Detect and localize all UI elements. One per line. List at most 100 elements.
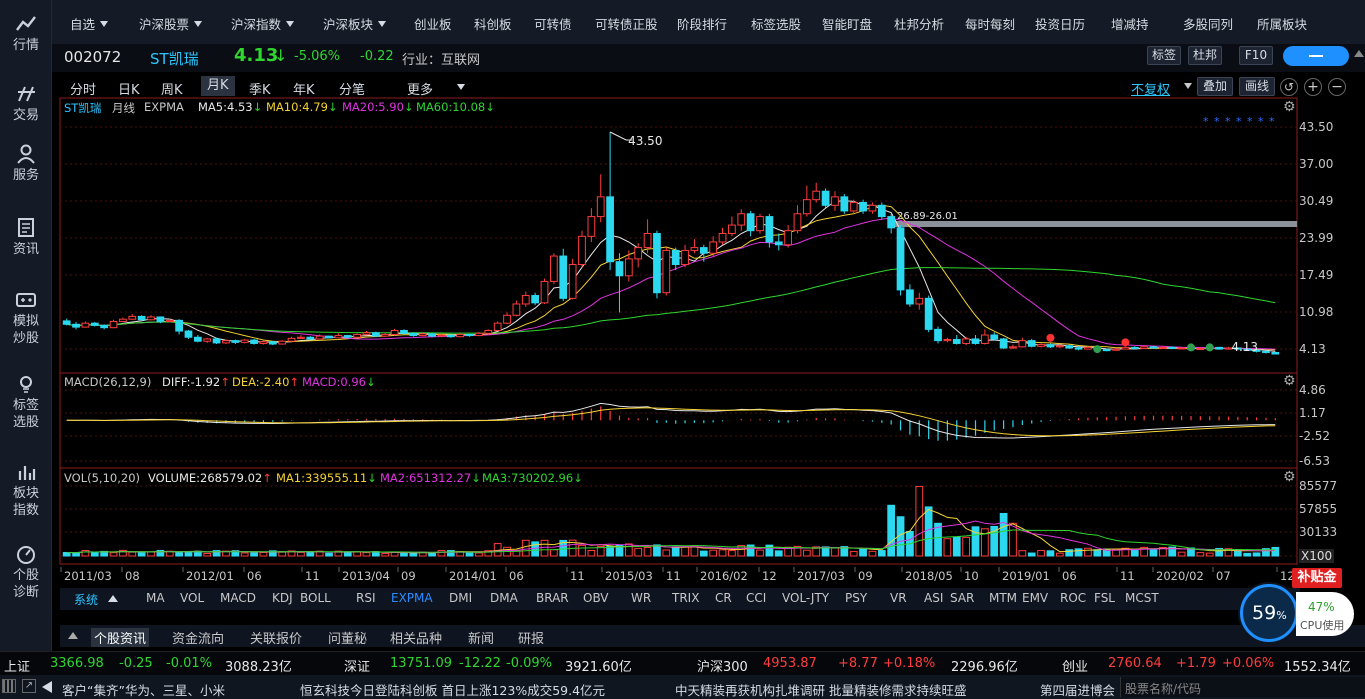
subsidy-badge[interactable]: 补贴金 bbox=[1292, 568, 1342, 588]
indicator-roc[interactable]: ROC bbox=[1060, 591, 1086, 605]
indicator-cci[interactable]: CCI bbox=[746, 591, 766, 605]
sidebar-item-6[interactable]: 板块 指数 bbox=[0, 462, 52, 519]
f10-button[interactable]: F10 bbox=[1239, 46, 1273, 65]
macd-settings-gear-icon[interactable]: ⚙ bbox=[1283, 373, 1296, 389]
nav-item-10[interactable]: 智能盯盘 bbox=[822, 14, 872, 33]
ticker-item-0[interactable]: 上证 3366.98 -0.25 -0.01% 3088.23亿 bbox=[4, 652, 344, 676]
indicator-psy[interactable]: PSY bbox=[845, 591, 867, 605]
tab-period-1[interactable]: 日K bbox=[118, 79, 140, 98]
nav-item-13[interactable]: 投资日历 bbox=[1035, 14, 1085, 33]
news-speaker-icon bbox=[42, 681, 52, 693]
indicator-vol-jty[interactable]: VOL-JTY bbox=[782, 591, 829, 605]
tab-period-2[interactable]: 周K bbox=[161, 79, 183, 98]
collapse-toggle[interactable] bbox=[1283, 46, 1349, 66]
scroll-up-icon[interactable] bbox=[1354, 50, 1364, 57]
tab-period-6[interactable]: 分笔 bbox=[339, 79, 365, 98]
candle bbox=[371, 331, 380, 338]
candle bbox=[934, 326, 942, 344]
indicator-vol[interactable]: VOL bbox=[180, 591, 204, 605]
tab-period-7[interactable]: 更多 bbox=[407, 79, 433, 98]
tab-period-5[interactable]: 年K bbox=[293, 79, 315, 98]
news-grid-icon[interactable] bbox=[2, 679, 16, 693]
zoom-in-icon[interactable]: + bbox=[1304, 78, 1322, 96]
nav-item-14[interactable]: 增减持 bbox=[1111, 14, 1149, 33]
nav-item-0[interactable]: 自选 bbox=[70, 14, 109, 33]
nav-item-6[interactable]: 可转债 bbox=[534, 14, 572, 33]
indicator-trix[interactable]: TRIX bbox=[672, 591, 699, 605]
nav-item-11[interactable]: 杜邦分析 bbox=[894, 14, 944, 33]
indicator-emv[interactable]: EMV bbox=[1022, 591, 1048, 605]
nav-item-3[interactable]: 沪深板块 bbox=[323, 14, 387, 33]
tab-period-4[interactable]: 季K bbox=[249, 79, 271, 98]
indicator-dma[interactable]: DMA bbox=[490, 591, 518, 605]
nav-item-12[interactable]: 每时每刻 bbox=[965, 14, 1015, 33]
info-tab-1[interactable]: 资金流向 bbox=[172, 628, 224, 647]
reset-icon[interactable]: ↺ bbox=[1280, 78, 1298, 96]
news-arrow-icon[interactable]: ↗ bbox=[22, 679, 36, 693]
volume-bar bbox=[446, 550, 455, 557]
expand-caret-icon[interactable] bbox=[68, 632, 78, 639]
time-label: 08 bbox=[125, 569, 140, 583]
indicator-boll[interactable]: BOLL bbox=[300, 591, 331, 605]
news-item[interactable]: 客户“集齐”华为、三星、小米 bbox=[62, 680, 225, 699]
indicator-vr[interactable]: VR bbox=[890, 591, 907, 605]
sidebar-item-3[interactable]: 资讯 bbox=[0, 218, 52, 258]
nav-item-9[interactable]: 标签选股 bbox=[751, 14, 801, 33]
indicator-kdj[interactable]: KDJ bbox=[272, 591, 293, 605]
nav-item-8[interactable]: 阶段排行 bbox=[677, 14, 727, 33]
indicator-rsi[interactable]: RSI bbox=[356, 591, 376, 605]
draw-button[interactable]: 画线 bbox=[1239, 77, 1275, 96]
info-tab-3[interactable]: 问董秘 bbox=[328, 628, 367, 647]
indicator-系统[interactable]: 系统 bbox=[74, 591, 98, 608]
indicator-brar[interactable]: BRAR bbox=[536, 591, 569, 605]
cpu-widget[interactable]: 59% 47% CPU使用 bbox=[1238, 582, 1360, 644]
nav-item-5[interactable]: 科创板 bbox=[474, 14, 512, 33]
tab-period-3[interactable]: 月K bbox=[201, 76, 235, 96]
nav-item-4[interactable]: 创业板 bbox=[414, 14, 452, 33]
adjust-select[interactable]: 不复权 bbox=[1131, 79, 1170, 98]
sidebar-item-7[interactable]: 个股 诊断 bbox=[0, 544, 52, 601]
nav-item-1[interactable]: 沪深股票 bbox=[139, 14, 203, 33]
indicator-obv[interactable]: OBV bbox=[583, 591, 609, 605]
info-tab-2[interactable]: 关联报价 bbox=[250, 628, 302, 647]
indicator-cr[interactable]: CR bbox=[715, 591, 732, 605]
info-tab-6[interactable]: 研报 bbox=[518, 628, 544, 647]
nav-item-16[interactable]: 所属板块 bbox=[1257, 14, 1307, 33]
sidebar-item-5[interactable]: 标签 选股 bbox=[0, 374, 52, 431]
sidebar-item-1[interactable]: 交易 bbox=[0, 84, 52, 124]
ticker-item-1[interactable]: 深证 13751.09 -12.22 -0.09% 3921.60亿 bbox=[344, 652, 684, 676]
indicator-macd[interactable]: MACD bbox=[220, 591, 256, 605]
settings-gear-icon[interactable]: ⚙ bbox=[1283, 99, 1296, 115]
indicator-fsl[interactable]: FSL bbox=[1094, 591, 1115, 605]
nav-item-15[interactable]: 多股同列 bbox=[1183, 14, 1233, 33]
ticker-item-3[interactable]: 创业 2760.64 +1.79 +0.06% 1552.34亿 bbox=[1062, 652, 1365, 676]
indicator-wr[interactable]: WR bbox=[631, 591, 651, 605]
info-tab-4[interactable]: 相关品种 bbox=[390, 628, 442, 647]
tab-period-0[interactable]: 分时 bbox=[70, 79, 96, 98]
info-tab-0[interactable]: 个股资讯 bbox=[91, 628, 150, 647]
sidebar-item-4[interactable]: 模拟 炒股 bbox=[0, 290, 52, 347]
indicator-ma[interactable]: MA bbox=[146, 591, 165, 605]
news-item[interactable]: 第四届进博会 bbox=[1040, 680, 1115, 699]
news-item[interactable]: 中天精装再获机构扎堆调研 批量精装修需求持续旺盛 bbox=[675, 680, 966, 699]
nav-item-7[interactable]: 可转债正股 bbox=[595, 14, 658, 33]
indicator-mcst[interactable]: MCST bbox=[1125, 591, 1159, 605]
search-box[interactable]: 股票名称/代码 bbox=[1120, 677, 1365, 697]
indicator-asi[interactable]: ASI bbox=[924, 591, 943, 605]
indicator-sar[interactable]: SAR bbox=[950, 591, 974, 605]
indicator-mtm[interactable]: MTM bbox=[989, 591, 1017, 605]
nav-item-2[interactable]: 沪深指数 bbox=[231, 14, 295, 33]
sidebar-item-2[interactable]: 服务 bbox=[0, 144, 52, 184]
overlay-button[interactable]: 叠加 bbox=[1197, 77, 1233, 96]
indicator-expma[interactable]: EXPMA bbox=[391, 591, 433, 605]
zoom-out-icon[interactable]: − bbox=[1328, 78, 1346, 96]
ticker-item-2[interactable]: 沪深300 4953.87 +8.77 +0.18% 2296.96亿 bbox=[697, 652, 1037, 676]
info-tab-5[interactable]: 新闻 bbox=[468, 628, 494, 647]
vol-settings-gear-icon[interactable]: ⚙ bbox=[1283, 469, 1296, 485]
news-item[interactable]: 恒玄科技今日登陆科创板 首日上涨123%成交59.4亿元 bbox=[300, 680, 605, 699]
sidebar-item-0[interactable]: 行情 bbox=[0, 14, 52, 54]
tag-button[interactable]: 标签 bbox=[1147, 46, 1181, 65]
dupont-button[interactable]: 杜邦 bbox=[1188, 46, 1222, 65]
indicator-dmi[interactable]: DMI bbox=[449, 591, 472, 605]
candle-body bbox=[128, 315, 137, 320]
